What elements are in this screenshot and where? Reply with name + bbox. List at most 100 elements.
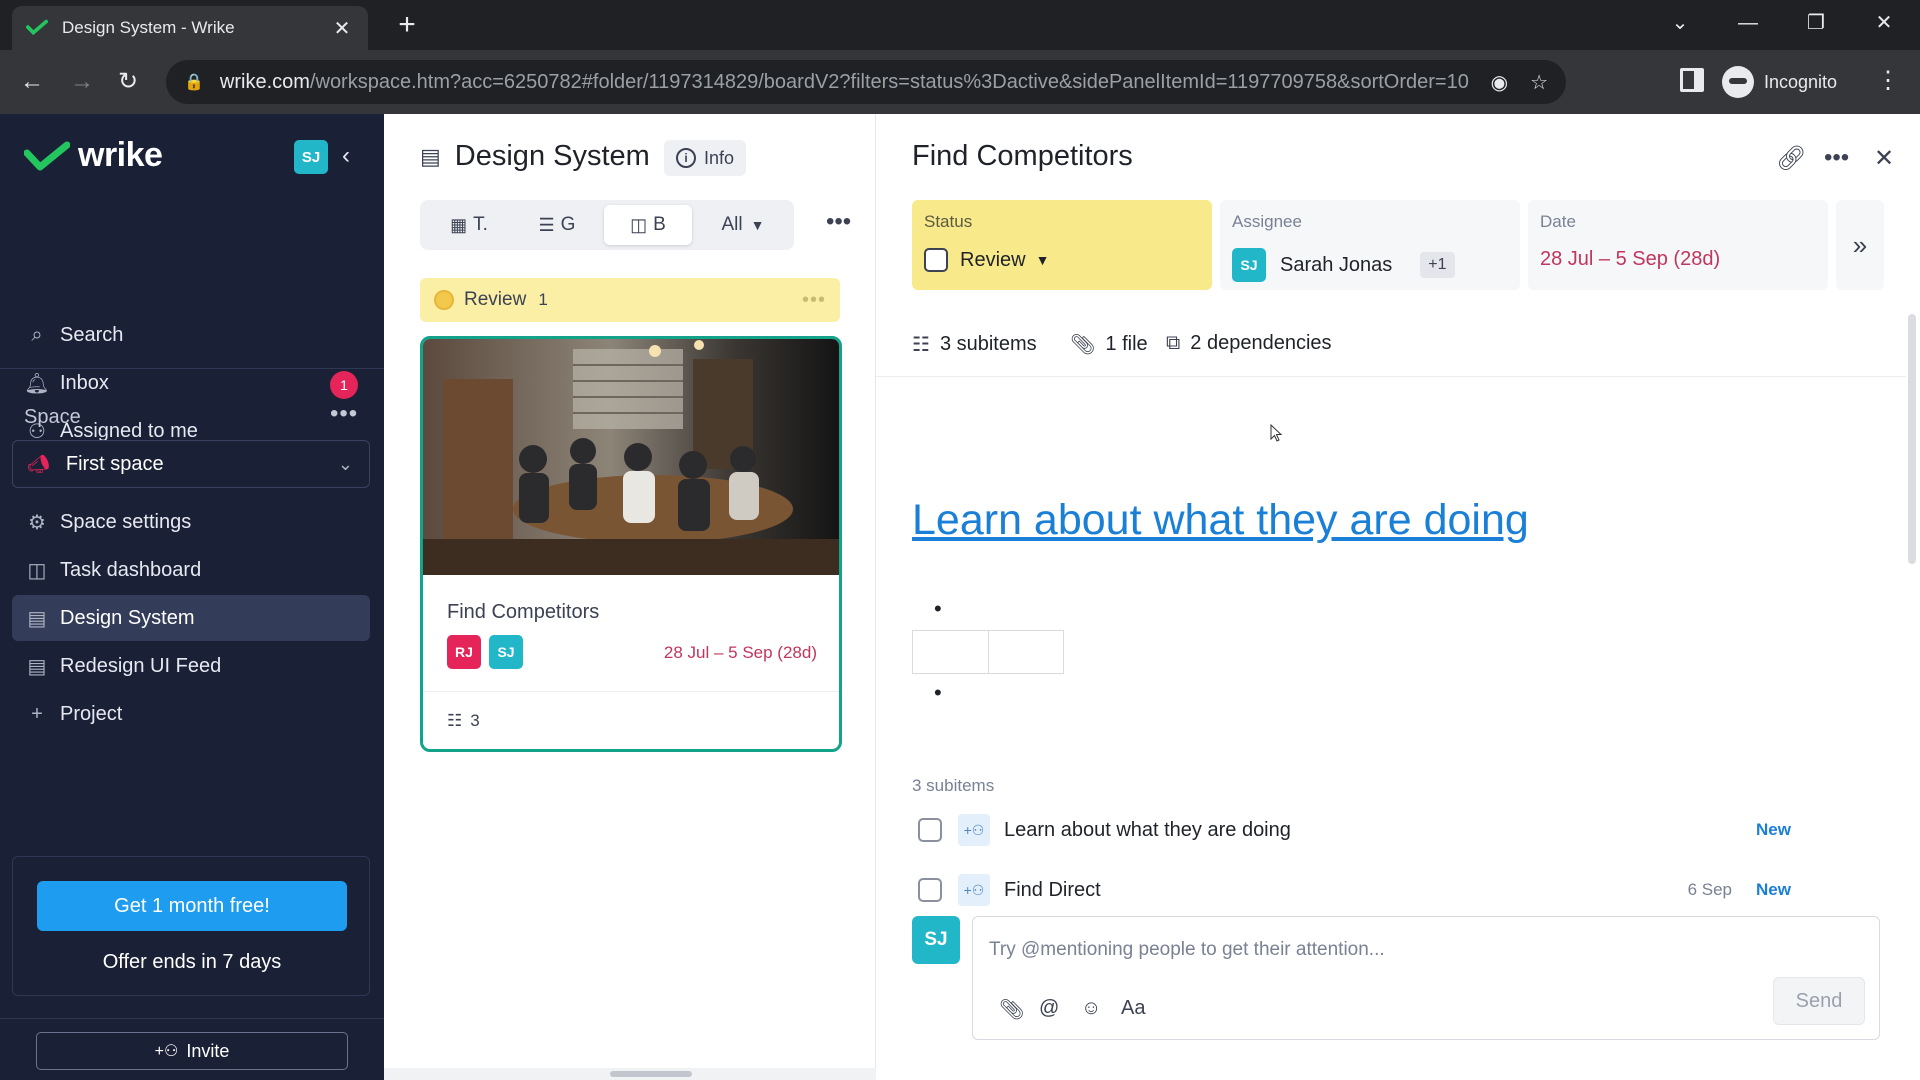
link-icon[interactable]: 🔗︎: [1776, 144, 1806, 173]
sidebar-item-task-dashboard[interactable]: ◫ Task dashboard: [12, 547, 370, 593]
info-button[interactable]: i Info: [664, 140, 747, 176]
subitem-name[interactable]: Find Direct: [1004, 879, 1688, 902]
status-checkbox[interactable]: [924, 248, 948, 272]
sidebar-item-search[interactable]: ⌕ Search: [12, 312, 370, 358]
close-icon[interactable]: ✕: [1874, 144, 1894, 173]
subitem-checkbox[interactable]: [918, 818, 942, 842]
wrike-favicon-icon: [26, 19, 48, 36]
subitem-row[interactable]: +⚇ Learn about what they are doing New: [912, 808, 1872, 852]
add-assignee-icon[interactable]: +⚇: [958, 814, 990, 846]
meta-divider: [876, 376, 1906, 377]
project-icon: ▤: [27, 655, 47, 678]
bookmark-star-icon[interactable]: ☆: [1530, 70, 1548, 95]
space-selector[interactable]: 📣︎ First space ⌄: [12, 440, 370, 488]
sidebar-divider: [0, 1018, 384, 1019]
send-button[interactable]: Send: [1773, 977, 1865, 1025]
date-value[interactable]: 28 Jul – 5 Sep (28d): [1540, 248, 1720, 271]
sidebar-item-inbox[interactable]: 🔔︎ Inbox 1: [12, 360, 370, 406]
view-table-button[interactable]: ▦ T.: [428, 205, 510, 245]
sidebar-item-redesign-ui-feed[interactable]: ▤ Redesign UI Feed: [12, 643, 370, 689]
wrike-logo[interactable]: wrike: [24, 136, 163, 175]
add-assignee-icon[interactable]: +⚇: [958, 874, 990, 906]
assignee-value[interactable]: SJ Sarah Jonas +1: [1232, 248, 1455, 282]
more-icon[interactable]: •••: [1824, 144, 1849, 172]
status-field[interactable]: Status Review ▼: [912, 200, 1212, 290]
address-bar[interactable]: 🔒 wrike.com /workspace.htm?acc=6250782#f…: [166, 60, 1566, 104]
dependencies-meta[interactable]: ⧉ 2 dependencies: [1166, 332, 1332, 355]
emoji-icon[interactable]: ☺: [1081, 997, 1101, 1020]
tracking-blocked-icon[interactable]: ◉: [1491, 70, 1508, 95]
status-text: Review: [960, 248, 1026, 271]
date-field[interactable]: Date 28 Jul – 5 Sep (28d): [1528, 200, 1828, 290]
column-more-icon[interactable]: •••: [802, 289, 826, 312]
forward-icon[interactable]: →: [66, 66, 98, 98]
info-icon: i: [676, 148, 696, 168]
collapse-sidebar-icon[interactable]: ‹: [342, 142, 350, 170]
attach-icon[interactable]: 📎︎: [999, 997, 1024, 1022]
project-icon: ▤: [420, 143, 441, 169]
view-gantt-button[interactable]: ☰ G: [516, 205, 598, 245]
subitem-status[interactable]: New: [1756, 880, 1872, 900]
board-more-icon[interactable]: •••: [826, 208, 851, 236]
expand-fields-icon[interactable]: »: [1836, 200, 1884, 290]
status-value[interactable]: Review ▼: [924, 248, 1049, 272]
assignee-field[interactable]: Assignee SJ Sarah Jonas +1: [1220, 200, 1520, 290]
vertical-scrollbar[interactable]: [1908, 314, 1916, 564]
incognito-indicator[interactable]: Incognito: [1722, 64, 1837, 100]
avatar: SJ: [1232, 248, 1266, 282]
close-window-icon[interactable]: ✕: [1864, 8, 1904, 38]
user-avatar[interactable]: SJ: [294, 140, 328, 174]
sidebar-item-label: Inbox: [60, 371, 109, 394]
space-more-icon[interactable]: •••: [330, 400, 358, 428]
comment-input[interactable]: [989, 939, 1809, 961]
sidebar-item-space-settings[interactable]: ⚙ Space settings: [12, 499, 370, 545]
invite-button[interactable]: +⚇ Invite: [36, 1032, 348, 1070]
side-panel-icon[interactable]: [1680, 68, 1704, 92]
dependencies-icon: ⧉: [1166, 332, 1181, 354]
page-title: ▤ Design System: [420, 140, 650, 173]
project-icon: ▤: [27, 607, 47, 630]
extra-assignees-badge[interactable]: +1: [1420, 252, 1455, 278]
files-meta[interactable]: 📎︎ 1 file: [1070, 332, 1148, 357]
new-tab-button[interactable]: +: [390, 8, 424, 42]
text-format-icon[interactable]: Aa: [1121, 997, 1145, 1020]
card-divider: [423, 691, 839, 692]
table-cell[interactable]: [989, 631, 1064, 673]
space-label: Space: [24, 406, 81, 428]
avatar[interactable]: SJ: [489, 635, 523, 669]
subitem-name[interactable]: Learn about what they are doing: [1004, 819, 1732, 842]
card-subitems[interactable]: ☷ 3: [447, 711, 480, 731]
description-link[interactable]: Learn about what they are doing: [912, 496, 1529, 545]
table-cell[interactable]: [913, 631, 989, 673]
board-panel: ▤ Design System i Info ▦ T. ☰ G ◫ B All …: [384, 114, 876, 1080]
plus-icon: +: [31, 702, 43, 725]
sidebar-item-design-system[interactable]: ▤ Design System: [12, 595, 370, 641]
subitems-meta[interactable]: ☷ 3 subitems: [912, 332, 1037, 357]
task-card[interactable]: Find Competitors RJ SJ 28 Jul – 5 Sep (2…: [420, 336, 842, 752]
scrollbar-thumb[interactable]: [610, 1071, 692, 1077]
tab-close-icon[interactable]: ✕: [330, 16, 354, 41]
brand-name: wrike: [78, 136, 163, 174]
description-table[interactable]: [912, 630, 1064, 674]
restore-icon[interactable]: ❐: [1796, 8, 1836, 38]
subitems-icon: ☷: [447, 711, 463, 730]
filter-dropdown[interactable]: All ▼: [700, 205, 786, 245]
mention-icon[interactable]: @: [1039, 997, 1059, 1020]
subitem-row[interactable]: +⚇ Find Direct 6 Sep New: [912, 868, 1872, 912]
reload-icon[interactable]: ↻: [112, 66, 144, 98]
avatar[interactable]: RJ: [447, 635, 481, 669]
minimize-icon[interactable]: —: [1728, 8, 1768, 38]
sidebar-item-add-project[interactable]: + Project: [12, 691, 370, 737]
view-board-button[interactable]: ◫ B: [604, 205, 692, 245]
back-icon[interactable]: ←: [16, 66, 48, 98]
horizontal-scrollbar[interactable]: [384, 1068, 876, 1080]
browser-tab[interactable]: Design System - Wrike ✕: [12, 6, 368, 50]
tab-search-icon[interactable]: ⌄: [1660, 8, 1700, 38]
browser-menu-icon[interactable]: ⋮: [1876, 66, 1900, 95]
subitem-checkbox[interactable]: [918, 878, 942, 902]
get-free-month-button[interactable]: Get 1 month free!: [37, 881, 347, 931]
column-header-review[interactable]: Review 1 •••: [420, 278, 840, 322]
column-count: 1: [538, 290, 548, 309]
subitem-status[interactable]: New: [1756, 820, 1872, 840]
task-title[interactable]: Find Competitors: [912, 140, 1133, 173]
